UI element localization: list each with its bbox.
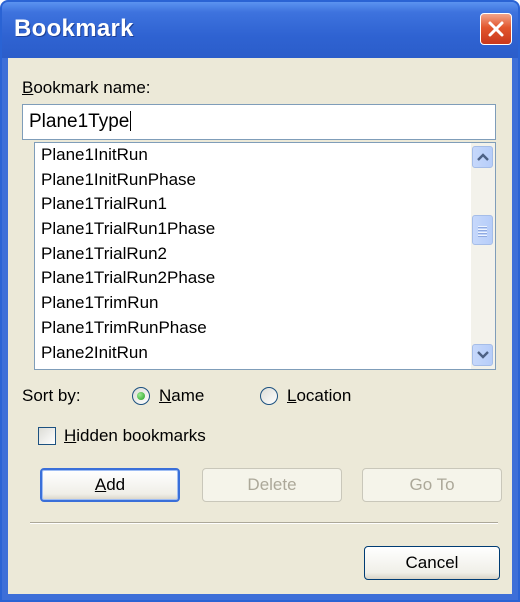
scroll-down-button[interactable]: [472, 344, 493, 366]
scroll-up-button[interactable]: [472, 146, 493, 168]
bookmark-list[interactable]: Plane1InitRun Plane1InitRunPhase Plane1T…: [34, 142, 496, 370]
list-item[interactable]: Plane1TrialRun2: [35, 242, 469, 267]
sort-location-radio[interactable]: [260, 387, 278, 405]
cancel-button[interactable]: Cancel: [364, 546, 500, 580]
radio-selected-dot: [137, 392, 145, 400]
grip-line: [478, 232, 487, 233]
list-item[interactable]: Plane1TrialRun2Phase: [35, 266, 469, 291]
bookmark-list-items: Plane1InitRun Plane1InitRunPhase Plane1T…: [35, 143, 469, 365]
list-item[interactable]: Plane1InitRunPhase: [35, 168, 469, 193]
sort-location-label[interactable]: Location: [287, 386, 351, 406]
list-item[interactable]: Plane1InitRun: [35, 143, 469, 168]
sort-by-label: Sort by:: [22, 386, 81, 405]
close-button[interactable]: [480, 13, 512, 45]
hidden-bookmarks-label[interactable]: Hidden bookmarks: [64, 426, 206, 446]
sort-name-radio[interactable]: [132, 387, 150, 405]
delete-button[interactable]: Delete: [202, 468, 342, 502]
chevron-down-icon: [477, 351, 489, 359]
add-button[interactable]: Add: [40, 468, 180, 502]
bookmark-name-label: Bookmark name:: [22, 78, 151, 97]
text-caret: [130, 111, 132, 131]
dialog-body: Bookmark name: Plane1Type Plane1InitRun …: [8, 58, 512, 594]
window-title: Bookmark: [14, 15, 134, 42]
close-icon: [488, 21, 504, 37]
scrollbar-thumb[interactable]: [472, 215, 493, 245]
grip-line: [478, 229, 487, 230]
sort-name-label[interactable]: Name: [159, 386, 204, 406]
list-item[interactable]: Plane1TrialRun1Phase: [35, 217, 469, 242]
separator: [30, 522, 498, 524]
chevron-up-icon: [477, 153, 489, 161]
list-item[interactable]: Plane2InitRun: [35, 341, 469, 366]
list-item[interactable]: Plane1TrimRunPhase: [35, 316, 469, 341]
grip-line: [478, 226, 487, 227]
bookmark-dialog: Bookmark Bookmark name: Plane1Type Plane…: [0, 0, 520, 602]
go-to-button[interactable]: Go To: [362, 468, 502, 502]
grip-line: [478, 235, 487, 236]
hidden-bookmarks-checkbox[interactable]: [38, 427, 56, 445]
vertical-scrollbar[interactable]: [471, 143, 495, 369]
list-item[interactable]: Plane1TrialRun1: [35, 192, 469, 217]
bookmark-name-input[interactable]: Plane1Type: [22, 104, 496, 140]
title-bar[interactable]: Bookmark: [2, 2, 518, 58]
list-item[interactable]: Plane1TrimRun: [35, 291, 469, 316]
